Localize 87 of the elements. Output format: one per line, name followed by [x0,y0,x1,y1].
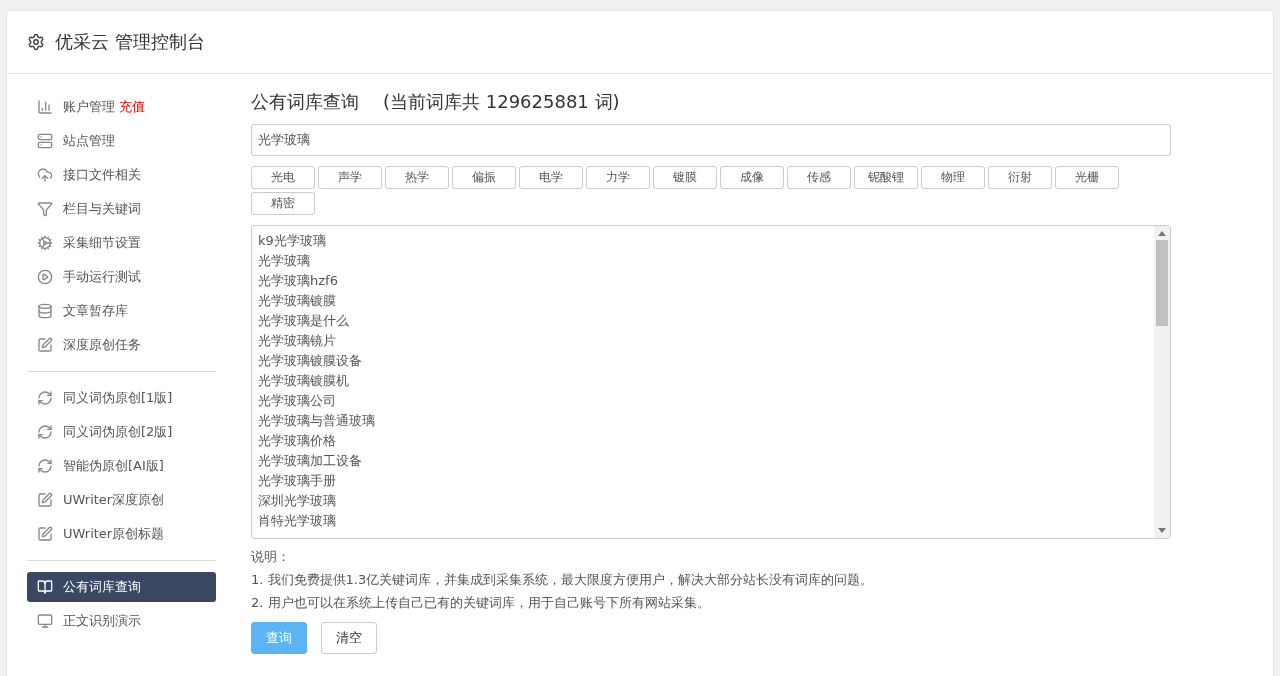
settings-icon [27,33,45,51]
sidebar-item[interactable]: 采集细节设置 [27,228,216,258]
result-item[interactable]: 光学玻璃加工设备 [258,451,1148,471]
sidebar-label: 站点管理 [63,132,115,150]
result-item[interactable]: 光学玻璃镀膜设备 [258,351,1148,371]
page-title: 公有词库查询 [251,90,359,114]
sidebar-label: 同义词伪原创[2版] [63,423,173,441]
tag-button[interactable]: 镀膜 [653,166,717,189]
sidebar-label: 手动运行测试 [63,268,141,286]
refresh-icon [37,390,53,406]
database-icon [37,303,53,319]
sidebar-label: 智能伪原创[AI版] [63,457,164,475]
sidebar-label: UWriter原创标题 [63,525,165,543]
tag-button[interactable]: 传感 [787,166,851,189]
sidebar-item[interactable]: 智能伪原创[AI版] [27,451,216,481]
word-count: (当前词库共 129625881 词) [383,90,620,114]
scroll-down-icon[interactable] [1158,528,1166,534]
play-icon [37,269,53,285]
bar-chart-icon [37,99,53,115]
recharge-link[interactable]: 充值 [119,99,145,114]
sidebar-label: 公有词库查询 [63,578,141,596]
search-field[interactable]: 光学玻璃 [251,124,1171,156]
sidebar-item[interactable]: 同义词伪原创[2版] [27,417,216,447]
result-item[interactable]: 光学玻璃镜片 [258,331,1148,351]
sidebar-item[interactable]: 深度原创任务 [27,330,216,360]
sidebar-label: 同义词伪原创[1版] [63,389,173,407]
result-item[interactable]: 光学玻璃镀膜机 [258,371,1148,391]
scroll-up-icon[interactable] [1158,230,1166,236]
tag-button[interactable]: 铌酸锂 [854,166,918,189]
tag-button[interactable]: 偏振 [452,166,516,189]
sidebar-label: 采集细节设置 [63,234,141,252]
tag-button[interactable]: 热学 [385,166,449,189]
result-item[interactable]: k9光学玻璃 [258,231,1148,251]
result-item[interactable]: 光学玻璃手册 [258,471,1148,491]
sidebar-item[interactable]: 公有词库查询 [27,572,216,602]
filter-icon [37,201,53,217]
tag-button[interactable]: 精密 [251,192,315,215]
note-text: 2. 用户也可以在系统上传自己已有的关键词库，用于自己账号下所有网站采集。 [251,594,711,612]
result-item[interactable]: 光学玻璃公司 [258,391,1148,411]
book-icon [37,579,53,595]
sidebar-label: UWriter深度原创 [63,491,165,509]
tag-button[interactable]: 力学 [586,166,650,189]
sidebar-item[interactable]: 同义词伪原创[1版] [27,383,216,413]
tag-button[interactable]: 成像 [720,166,784,189]
result-item[interactable]: 光学玻璃hzf6 [258,271,1148,291]
sidebar-item[interactable]: 接口文件相关 [27,160,216,190]
sidebar-item[interactable]: 站点管理 [27,126,216,156]
result-item[interactable]: 光学玻璃是什么 [258,311,1148,331]
sidebar-item[interactable]: 正文识别演示 [27,606,216,636]
tag-button[interactable]: 电学 [519,166,583,189]
sidebar-label: 文章暂存库 [63,302,128,320]
edit-icon [37,337,53,353]
sidebar-label: 正文识别演示 [63,612,141,630]
monitor-icon [37,613,53,629]
sidebar-label: 账户管理 充值 [63,98,145,116]
sidebar-item[interactable]: 文章暂存库 [27,296,216,326]
scroll-thumb[interactable] [1156,240,1168,326]
sidebar-item[interactable]: 栏目与关键词 [27,194,216,224]
tag-button[interactable]: 声学 [318,166,382,189]
sidebar-label: 栏目与关键词 [63,200,141,218]
sidebar-item[interactable]: UWriter深度原创 [27,485,216,515]
cloud-upload-icon [37,167,53,183]
edit-icon [37,492,53,508]
result-item[interactable]: 光学玻璃 [258,251,1148,271]
sidebar-label: 接口文件相关 [63,166,141,184]
scrollbar[interactable] [1154,226,1170,538]
sidebar-item[interactable]: 手动运行测试 [27,262,216,292]
tag-button[interactable]: 物理 [921,166,985,189]
notes-heading: 说明： [251,548,291,566]
refresh-icon [37,424,53,440]
console-title: 优采云 管理控制台 [55,30,205,54]
sidebar-item[interactable]: UWriter原创标题 [27,519,216,549]
tag-button[interactable]: 衍射 [988,166,1052,189]
clear-button[interactable]: 清空 [321,622,377,654]
note-text: 1. 我们免费提供1.3亿关键词库，并集成到采集系统，最大限度方便用户，解决大部分站长没有词库的问题。 [251,571,875,589]
result-item[interactable]: 光学玻璃与普通玻璃 [258,411,1148,431]
sidebar-label: 深度原创任务 [63,336,141,354]
edit-icon [37,526,53,542]
result-item[interactable]: 肖特光学玻璃 [258,511,1148,531]
result-item[interactable]: 光学玻璃价格 [258,431,1148,451]
sidebar-item[interactable]: 账户管理 充值 [27,92,216,122]
result-item[interactable]: 深圳光学玻璃 [258,491,1148,511]
tag-button[interactable]: 光栅 [1055,166,1119,189]
result-item[interactable]: 光学玻璃镀膜 [258,291,1148,311]
server-icon [37,133,53,149]
tag-button[interactable]: 光电 [251,166,315,189]
refresh-icon [37,458,53,474]
